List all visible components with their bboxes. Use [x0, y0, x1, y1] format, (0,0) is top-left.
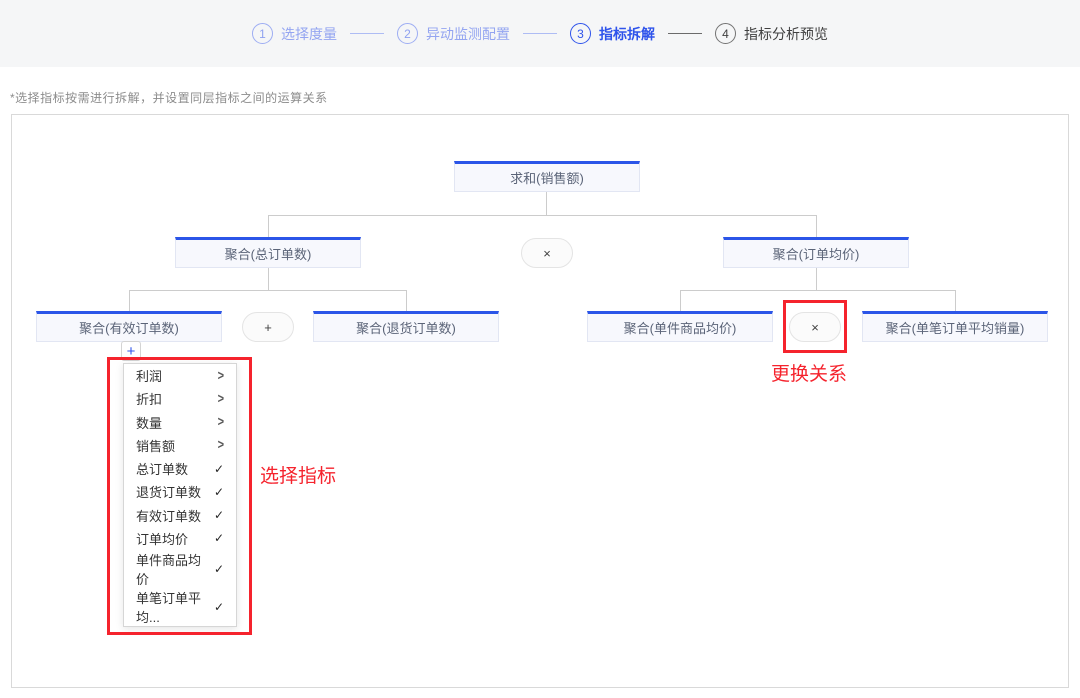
connector-root-down	[546, 192, 547, 215]
menu-item-unit-item-price[interactable]: 单件商品均价 ✓	[124, 550, 236, 588]
annotation-select-metric: 选择指标	[260, 461, 336, 488]
menu-item-discount[interactable]: 折扣 >	[124, 387, 236, 410]
menu-item-label: 退货订单数	[136, 482, 201, 501]
menu-item-label: 销售额	[136, 436, 175, 455]
node-total-orders[interactable]: 聚合(总订单数)	[175, 237, 361, 268]
step-1-label: 选择度量	[281, 24, 337, 44]
submenu-arrow-icon: >	[218, 438, 224, 453]
connector-l3-c-stub	[680, 290, 681, 311]
selected-check-icon: ✓	[214, 562, 224, 576]
node-avg-items-per-order[interactable]: 聚合(单笔订单平均销量)	[862, 311, 1048, 342]
connector-l3-d-stub	[955, 290, 956, 311]
submenu-arrow-icon: >	[218, 391, 224, 406]
selected-check-icon: ✓	[214, 600, 224, 614]
decompose-hint-note: *选择指标按需进行拆解，并设置同层指标之间的运算关系	[10, 89, 328, 106]
connector-l2-horizontal	[268, 215, 816, 216]
connector-l2-left-stub	[268, 215, 269, 237]
operator-l3-right-multiply[interactable]: ×	[789, 312, 841, 342]
step-1-circle: 1	[252, 23, 273, 44]
menu-item-quantity[interactable]: 数量 >	[124, 411, 236, 434]
node-unit-item-price[interactable]: 聚合(单件商品均价)	[587, 311, 773, 342]
step-connector-2	[523, 33, 557, 34]
connector-l3-right-horizontal	[680, 290, 955, 291]
menu-item-valid-orders[interactable]: 有效订单数 ✓	[124, 504, 236, 527]
menu-item-label: 单笔订单平均...	[136, 588, 214, 626]
step-3-metric-decompose[interactable]: 3 指标拆解	[570, 23, 655, 44]
menu-item-profit[interactable]: 利润 >	[124, 364, 236, 387]
connector-l2-left-down	[268, 268, 269, 290]
node-valid-orders[interactable]: 聚合(有效订单数)	[36, 311, 222, 342]
selected-check-icon: ✓	[214, 531, 224, 545]
connector-l2-right-stub	[816, 215, 817, 237]
menu-item-sales-amount[interactable]: 销售额 >	[124, 434, 236, 457]
selected-check-icon: ✓	[214, 508, 224, 522]
step-3-circle: 3	[570, 23, 591, 44]
add-child-metric-button[interactable]: +	[121, 341, 141, 361]
menu-item-label: 折扣	[136, 389, 162, 408]
stepper: 1 选择度量 2 异动监测配置 3 指标拆解 4 指标分析预览	[252, 23, 828, 44]
annotation-change-relation: 更换关系	[771, 359, 847, 386]
menu-item-label: 单件商品均价	[136, 550, 214, 588]
connector-l3-b-stub	[406, 290, 407, 311]
step-connector-1	[350, 33, 384, 34]
connector-l2-right-down	[816, 268, 817, 290]
menu-item-avg-order-price[interactable]: 订单均价 ✓	[124, 527, 236, 550]
stepper-bar: 1 选择度量 2 异动监测配置 3 指标拆解 4 指标分析预览	[0, 0, 1080, 67]
step-2-circle: 2	[397, 23, 418, 44]
selected-check-icon: ✓	[214, 462, 224, 476]
step-4-circle: 4	[715, 23, 736, 44]
submenu-arrow-icon: >	[218, 368, 224, 383]
connector-l3-a-stub	[129, 290, 130, 311]
menu-item-avg-items-per-order[interactable]: 单笔订单平均... ✓	[124, 588, 236, 626]
step-3-label: 指标拆解	[599, 24, 655, 44]
menu-item-label: 订单均价	[136, 529, 188, 548]
step-4-analysis-preview[interactable]: 4 指标分析预览	[715, 23, 828, 44]
step-2-label: 异动监测配置	[426, 24, 510, 44]
submenu-arrow-icon: >	[218, 415, 224, 430]
node-avg-order-price[interactable]: 聚合(订单均价)	[723, 237, 909, 268]
page: 1 选择度量 2 异动监测配置 3 指标拆解 4 指标分析预览 *选择指标按需进…	[0, 0, 1080, 698]
step-4-label: 指标分析预览	[744, 24, 828, 44]
selected-check-icon: ✓	[214, 485, 224, 499]
menu-item-label: 数量	[136, 413, 162, 432]
metric-select-menu: 利润 > 折扣 > 数量 > 销售额 > 总订单数 ✓ 退货订单数 ✓ 有效订单…	[123, 363, 237, 627]
step-connector-3	[668, 33, 702, 34]
operator-l2-multiply[interactable]: ×	[521, 238, 573, 268]
step-1-select-measure[interactable]: 1 选择度量	[252, 23, 337, 44]
menu-item-label: 利润	[136, 366, 162, 385]
menu-item-total-orders[interactable]: 总订单数 ✓	[124, 457, 236, 480]
menu-item-label: 有效订单数	[136, 506, 201, 525]
node-root-sales-sum[interactable]: 求和(销售额)	[454, 161, 640, 192]
operator-l3-left-plus[interactable]: +	[242, 312, 294, 342]
menu-item-label: 总订单数	[136, 459, 188, 478]
menu-item-return-orders[interactable]: 退货订单数 ✓	[124, 480, 236, 503]
connector-l3-left-horizontal	[129, 290, 406, 291]
node-return-orders[interactable]: 聚合(退货订单数)	[313, 311, 499, 342]
step-2-anomaly-config[interactable]: 2 异动监测配置	[397, 23, 510, 44]
